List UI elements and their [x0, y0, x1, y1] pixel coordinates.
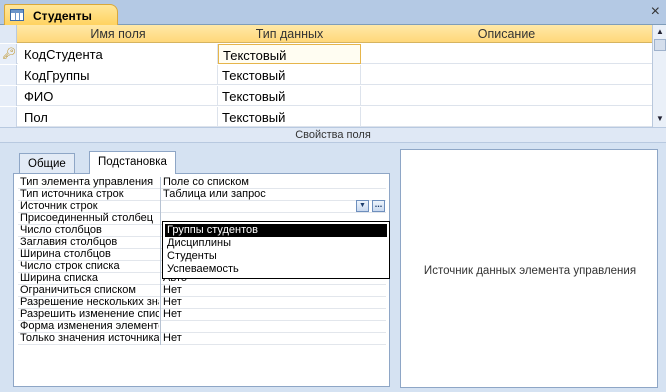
property-name: Присоединенный столбец — [20, 212, 154, 224]
document-tab-bar: Студенты × — [0, 0, 666, 26]
property-name: Ширина списка — [20, 272, 99, 284]
row-selector[interactable]: 🔑︎ — [0, 44, 17, 64]
key-icon: 🔑︎ — [2, 48, 16, 60]
document-tab-label: Студенты — [33, 9, 92, 23]
description-cell[interactable] — [361, 44, 652, 64]
property-name: Только значения источника строк — [20, 332, 159, 344]
grid-header: Имя поля Тип данных Описание — [0, 25, 652, 43]
close-icon[interactable]: × — [651, 3, 660, 21]
property-value[interactable]: Поле со списком — [163, 176, 383, 188]
property-value[interactable]: Таблица или запрос — [163, 188, 383, 200]
field-design-grid: Имя поля Тип данных Описание 🔑︎ КодСтуде… — [0, 25, 666, 129]
lookup-properties-panel: Тип элемента управления Поле со списком Т… — [13, 173, 390, 387]
field-properties-title: Свойства поля — [0, 127, 666, 143]
description-cell[interactable] — [361, 107, 652, 127]
field-name-cell[interactable]: Пол — [18, 107, 218, 127]
tab-lookup[interactable]: Подстановка — [89, 151, 176, 174]
dropdown-option[interactable]: Дисциплины — [165, 237, 387, 250]
property-help-panel: Источник данных элемента управления — [400, 149, 658, 388]
table-row[interactable]: Пол Текстовый — [0, 107, 652, 127]
row-selector[interactable] — [0, 65, 17, 85]
property-help-text: Источник данных элемента управления — [423, 265, 637, 277]
scroll-down-icon[interactable]: ▼ — [654, 113, 666, 125]
property-value[interactable]: Нет — [163, 284, 383, 296]
property-name: Тип источника строк — [20, 188, 124, 200]
select-all-corner[interactable] — [0, 25, 17, 43]
data-type-cell[interactable]: Текстовый — [218, 65, 361, 85]
field-name-cell[interactable]: ФИО — [18, 86, 218, 106]
property-name: Число столбцов — [20, 224, 102, 236]
ellipsis-icon[interactable]: ... — [372, 200, 385, 212]
property-name: Число строк списка — [20, 260, 120, 272]
property-name: Источник строк — [20, 200, 98, 212]
property-name: Тип элемента управления — [20, 176, 154, 188]
data-type-cell[interactable]: Текстовый — [218, 107, 361, 127]
table-row[interactable]: 🔑︎ КодСтудента Текстовый — [0, 44, 652, 64]
property-name: Заглавия столбцов — [20, 236, 118, 248]
dropdown-option[interactable]: Успеваемость — [165, 263, 387, 276]
data-type-cell[interactable]: Текстовый — [218, 86, 361, 106]
dropdown-option[interactable]: Группы студентов — [165, 224, 387, 237]
table-row[interactable]: КодГруппы Текстовый — [0, 65, 652, 85]
description-cell[interactable] — [361, 65, 652, 85]
header-data-type[interactable]: Тип данных — [218, 27, 361, 41]
field-properties-area: Общие Подстановка Тип элемента управлени… — [0, 143, 666, 392]
table-icon — [10, 9, 24, 21]
chevron-down-icon[interactable]: ▼ — [356, 200, 369, 212]
data-type-cell[interactable]: Текстовый — [218, 44, 361, 64]
field-name-cell[interactable]: КодГруппы — [18, 65, 218, 85]
property-value[interactable]: Нет — [163, 332, 383, 344]
property-row[interactable]: Только значения источника строк Нет — [18, 332, 386, 345]
property-value[interactable]: Нет — [163, 308, 383, 320]
header-description[interactable]: Описание — [361, 27, 652, 41]
scroll-thumb[interactable] — [654, 39, 666, 51]
vertical-scrollbar[interactable]: ▲ ▼ — [652, 25, 666, 129]
property-name: Ограничиться списком — [20, 284, 136, 296]
row-source-dropdown-list: Группы студентов Дисциплины Студенты Усп… — [162, 221, 390, 279]
tab-general[interactable]: Общие — [19, 153, 75, 174]
property-value[interactable]: Нет — [163, 296, 383, 308]
row-selector[interactable] — [0, 107, 17, 127]
row-selector[interactable] — [0, 86, 17, 106]
property-name: Форма изменения элементов списка — [20, 320, 159, 332]
property-name: Разрешить изменение списка значений — [20, 308, 159, 320]
dropdown-option[interactable]: Студенты — [165, 250, 387, 263]
field-name-cell[interactable]: КодСтудента — [18, 44, 218, 64]
description-cell[interactable] — [361, 86, 652, 106]
scroll-up-icon[interactable]: ▲ — [654, 26, 666, 38]
document-tab-students[interactable]: Студенты — [4, 4, 118, 26]
header-field-name[interactable]: Имя поля — [18, 27, 218, 41]
table-row[interactable]: ФИО Текстовый — [0, 86, 652, 106]
property-name: Разрешение нескольких значений — [20, 296, 159, 308]
property-name: Ширина столбцов — [20, 248, 111, 260]
